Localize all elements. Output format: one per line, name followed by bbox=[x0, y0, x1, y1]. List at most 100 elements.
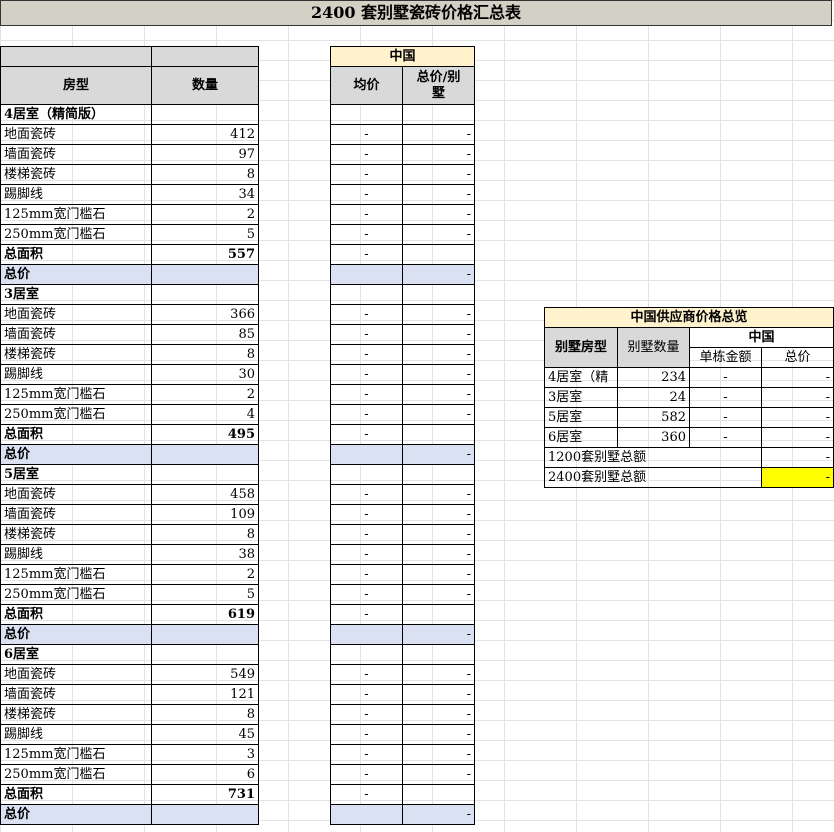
villa-count[interactable]: 582 bbox=[617, 407, 690, 428]
item-qty[interactable]: 412 bbox=[151, 124, 259, 145]
item-qty[interactable]: 5 bbox=[151, 224, 259, 245]
item-label[interactable]: 地面瓷砖 bbox=[0, 484, 152, 505]
total-price-cell[interactable]: - bbox=[402, 264, 475, 285]
spacer-cell[interactable] bbox=[259, 765, 331, 785]
item-label[interactable]: 墙面瓷砖 bbox=[0, 144, 152, 165]
row-total[interactable]: - bbox=[761, 387, 834, 408]
spacer-cell[interactable] bbox=[259, 245, 331, 265]
villa-type[interactable]: 6居室 bbox=[544, 427, 618, 448]
item-label[interactable]: 250mm宽门槛石 bbox=[0, 764, 152, 785]
villa-type[interactable]: 4居室（精 bbox=[544, 367, 618, 388]
total-price-cell[interactable]: - bbox=[402, 344, 475, 365]
spacer-cell[interactable] bbox=[259, 465, 331, 485]
spacer-cell[interactable] bbox=[259, 225, 331, 245]
item-label[interactable]: 墙面瓷砖 bbox=[0, 684, 152, 705]
total-area-value[interactable]: 731 bbox=[151, 784, 259, 805]
avg-price-cell[interactable]: - bbox=[330, 784, 403, 805]
item-label[interactable]: 墙面瓷砖 bbox=[0, 504, 152, 525]
item-label[interactable]: 250mm宽门槛石 bbox=[0, 224, 152, 245]
spacer-cell[interactable] bbox=[259, 605, 331, 625]
total-price-cell[interactable]: - bbox=[402, 124, 475, 145]
avg-price-cell[interactable]: - bbox=[330, 484, 403, 505]
item-qty[interactable]: 366 bbox=[151, 304, 259, 325]
item-qty[interactable]: 38 bbox=[151, 544, 259, 565]
spacer-cell[interactable] bbox=[259, 565, 331, 585]
total-price-cell[interactable]: - bbox=[402, 544, 475, 565]
avg-price-cell[interactable]: - bbox=[330, 324, 403, 345]
item-label[interactable]: 踢脚线 bbox=[0, 364, 152, 385]
item-qty[interactable]: 2 bbox=[151, 204, 259, 225]
unit-amount[interactable]: - bbox=[689, 367, 762, 388]
avg-price-cell[interactable]: - bbox=[330, 344, 403, 365]
header-blank-cell[interactable] bbox=[151, 46, 259, 67]
qty-header[interactable]: 数量 bbox=[151, 66, 259, 105]
type-header[interactable]: 房型 bbox=[0, 66, 152, 105]
avg-price-cell[interactable]: - bbox=[330, 564, 403, 585]
spacer-cell[interactable] bbox=[259, 345, 331, 365]
avg-price-cell[interactable] bbox=[330, 284, 403, 305]
item-qty[interactable]: 6 bbox=[151, 764, 259, 785]
spacer-cell[interactable] bbox=[259, 205, 331, 225]
total-price-cell[interactable]: - bbox=[402, 764, 475, 785]
item-qty[interactable]: 8 bbox=[151, 164, 259, 185]
total-price-cell[interactable]: - bbox=[402, 484, 475, 505]
villa-type-header[interactable]: 别墅房型 bbox=[544, 327, 618, 368]
total-area-label[interactable]: 总面积 bbox=[0, 244, 152, 265]
avg-price-cell[interactable] bbox=[330, 804, 403, 825]
spacer-cell[interactable] bbox=[259, 47, 331, 67]
spacer-cell[interactable] bbox=[259, 385, 331, 405]
total-price-cell[interactable] bbox=[402, 244, 475, 265]
spacer-cell[interactable] bbox=[259, 545, 331, 565]
item-label[interactable]: 踢脚线 bbox=[0, 184, 152, 205]
avg-price-cell[interactable]: - bbox=[330, 764, 403, 785]
section-qty-blank[interactable] bbox=[151, 104, 259, 125]
total-price-cell[interactable]: - bbox=[402, 184, 475, 205]
villa-count[interactable]: 24 bbox=[617, 387, 690, 408]
item-label[interactable]: 楼梯瓷砖 bbox=[0, 524, 152, 545]
spacer-cell[interactable] bbox=[259, 685, 331, 705]
item-label[interactable]: 墙面瓷砖 bbox=[0, 324, 152, 345]
total-price-cell[interactable]: - bbox=[402, 564, 475, 585]
villa-count[interactable]: 234 bbox=[617, 367, 690, 388]
avg-price-cell[interactable]: - bbox=[330, 204, 403, 225]
total-price-label[interactable]: 总价 bbox=[0, 444, 152, 465]
total-area-label[interactable]: 总面积 bbox=[0, 784, 152, 805]
item-label[interactable]: 楼梯瓷砖 bbox=[0, 164, 152, 185]
item-label[interactable]: 地面瓷砖 bbox=[0, 304, 152, 325]
summary-total-header[interactable]: 总价 bbox=[761, 347, 834, 368]
row-total[interactable]: - bbox=[761, 367, 834, 388]
total-1200-value[interactable]: - bbox=[761, 447, 834, 468]
item-label[interactable]: 楼梯瓷砖 bbox=[0, 704, 152, 725]
avg-price-cell[interactable]: - bbox=[330, 544, 403, 565]
spacer-cell[interactable] bbox=[259, 725, 331, 745]
header-blank-cell[interactable] bbox=[0, 46, 152, 67]
section-name[interactable]: 5居室 bbox=[0, 464, 152, 485]
unit-amount[interactable]: - bbox=[689, 387, 762, 408]
spacer-cell[interactable] bbox=[259, 325, 331, 345]
item-qty[interactable]: 30 bbox=[151, 364, 259, 385]
item-label[interactable]: 250mm宽门槛石 bbox=[0, 404, 152, 425]
spacer-cell[interactable] bbox=[259, 405, 331, 425]
total-2400-label[interactable]: 2400套别墅总额 bbox=[544, 467, 762, 488]
total-price-cell[interactable]: - bbox=[402, 504, 475, 525]
avg-price-cell[interactable]: - bbox=[330, 304, 403, 325]
unit-amount[interactable]: - bbox=[689, 427, 762, 448]
avg-price-cell[interactable]: - bbox=[330, 384, 403, 405]
item-qty[interactable]: 2 bbox=[151, 384, 259, 405]
avg-price-cell[interactable] bbox=[330, 264, 403, 285]
spacer-cell[interactable] bbox=[259, 105, 331, 125]
total-price-cell[interactable]: - bbox=[402, 624, 475, 645]
total-area-label[interactable]: 总面积 bbox=[0, 424, 152, 445]
row-total[interactable]: - bbox=[761, 427, 834, 448]
item-qty[interactable]: 8 bbox=[151, 344, 259, 365]
total-price-label[interactable]: 总价 bbox=[0, 624, 152, 645]
villa-type[interactable]: 5居室 bbox=[544, 407, 618, 428]
avg-price-header[interactable]: 均价 bbox=[330, 66, 403, 105]
item-qty[interactable]: 34 bbox=[151, 184, 259, 205]
spacer-cell[interactable] bbox=[259, 645, 331, 665]
avg-price-cell[interactable]: - bbox=[330, 744, 403, 765]
item-label[interactable]: 125mm宽门槛石 bbox=[0, 204, 152, 225]
spacer-cell[interactable] bbox=[259, 305, 331, 325]
spacer-cell[interactable] bbox=[259, 505, 331, 525]
total-price-cell[interactable]: - bbox=[402, 224, 475, 245]
